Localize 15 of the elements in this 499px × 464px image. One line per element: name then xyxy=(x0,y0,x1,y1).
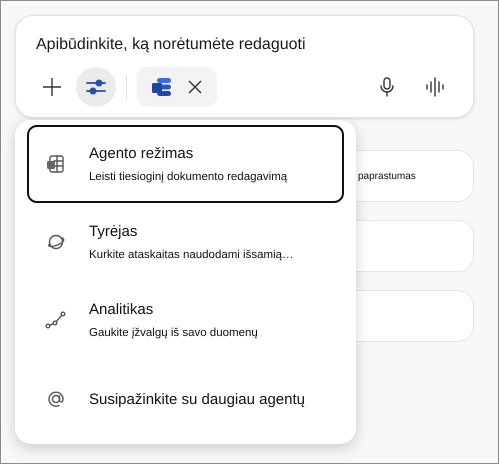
line-chart-icon xyxy=(45,309,67,331)
more-agents-link[interactable]: Susipažinkite su daugiau agentų xyxy=(27,359,344,439)
suggestion-text: paprastumas xyxy=(358,170,416,182)
sliders-icon xyxy=(85,78,107,96)
prompt-input[interactable]: Apibūdinkite, ką norėtumėte redaguoti xyxy=(36,36,455,54)
agent-menu-item[interactable]: Agento režimas Leisti tiesioginį dokumento redagavimą xyxy=(27,125,344,203)
remove-attachment-button[interactable] xyxy=(187,79,203,95)
microphone-icon xyxy=(378,76,396,98)
waveform-icon xyxy=(424,76,446,98)
agent-menu-item[interactable]: Tyrėjas Kurkite ataskaitas naudodami išsamią… xyxy=(27,203,344,281)
close-icon xyxy=(187,79,203,95)
word-document-icon xyxy=(151,76,173,98)
plus-icon xyxy=(41,76,63,98)
agent-menu-item[interactable]: Analitikas Gaukite įžvalgų iš savo duomenų xyxy=(27,281,344,359)
tools-button[interactable] xyxy=(76,67,116,107)
